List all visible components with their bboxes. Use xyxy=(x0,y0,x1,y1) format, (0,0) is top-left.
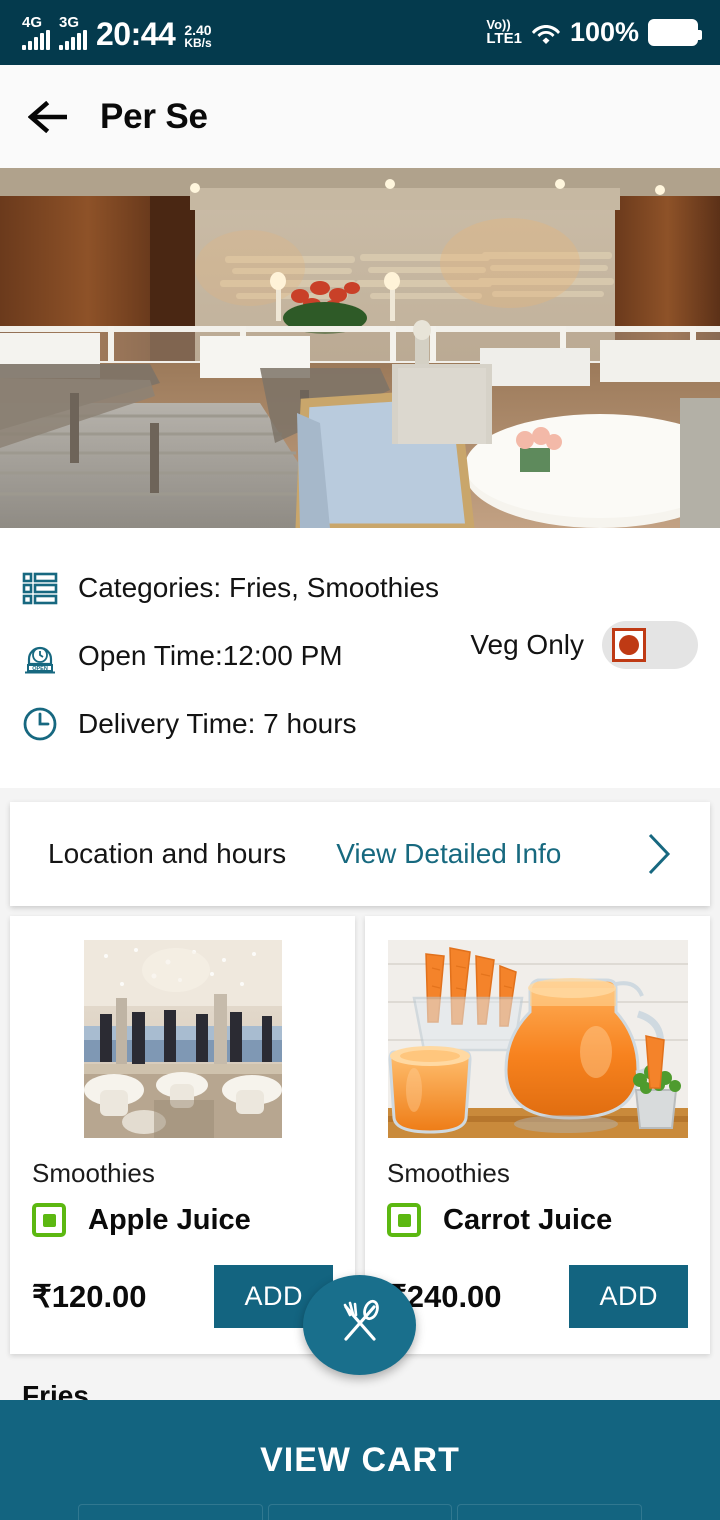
status-bar-right: Vo)) LTE1 100% xyxy=(486,17,702,48)
fork-and-spoon-icon xyxy=(332,1295,388,1356)
svg-text:OPEN: OPEN xyxy=(32,666,48,672)
product-card[interactable]: Smoothies Apple Juice ₹120.00 ADD xyxy=(10,916,355,1354)
app-screen: 4G 3G 20:44 2.40 KB/s Vo)) LTE1 100% Per… xyxy=(0,0,720,1520)
wifi-icon xyxy=(531,21,561,45)
menu-fab-button[interactable] xyxy=(303,1275,416,1375)
data-rate-value: 2.40 xyxy=(184,21,212,38)
location-label: Location and hours xyxy=(48,838,287,869)
signal-4g: 4G xyxy=(22,15,50,50)
app-bar: Per Se xyxy=(0,65,720,168)
volte-bottom: LTE1 xyxy=(486,30,522,48)
product-price-row: ₹240.00 ADD xyxy=(387,1265,688,1328)
add-to-cart-button[interactable]: ADD xyxy=(569,1265,688,1328)
battery-icon xyxy=(648,19,702,46)
open-time-text: Open Time:12:00 PM xyxy=(78,640,343,671)
veg-indicator-icon xyxy=(387,1203,421,1237)
signal-3g-label: 3G xyxy=(59,14,80,31)
veg-only-label: Veg Only xyxy=(470,629,584,660)
status-clock: 20:44 xyxy=(96,16,176,52)
veg-indicator-icon xyxy=(32,1203,66,1237)
nonveg-indicator-icon xyxy=(612,628,646,662)
veg-only-toggle-knob[interactable] xyxy=(605,621,653,669)
signal-3g-bars xyxy=(59,30,87,50)
back-arrow-icon[interactable] xyxy=(27,100,68,133)
product-category: Smoothies xyxy=(32,1158,155,1188)
product-price-row: ₹120.00 ADD xyxy=(32,1265,333,1328)
data-rate: 2.40 KB/s xyxy=(184,23,211,50)
veg-only-control[interactable]: Veg Only xyxy=(470,621,698,669)
product-name-row: Carrot Juice xyxy=(387,1203,688,1237)
product-image-carrot-juice xyxy=(387,940,688,1138)
view-detailed-info-link[interactable]: View Detailed Info xyxy=(336,838,561,870)
product-name: Carrot Juice xyxy=(443,1203,613,1236)
info-row-delivery-time: Delivery Time: 7 hours xyxy=(0,690,720,758)
signal-3g: 3G xyxy=(59,15,87,50)
product-image-apple-juice xyxy=(83,940,282,1138)
clock-icon xyxy=(22,706,58,742)
system-nav-hints xyxy=(0,1504,720,1520)
info-row-categories: Categories: Fries, Smoothies xyxy=(0,554,720,622)
product-name-row: Apple Juice xyxy=(32,1203,333,1237)
veg-only-toggle[interactable] xyxy=(602,621,698,669)
restaurant-hero-image xyxy=(0,168,720,528)
view-cart-label: VIEW CART xyxy=(260,1440,460,1479)
restaurant-info-panel: Categories: Fries, Smoothies OPEN Open T… xyxy=(0,528,720,788)
battery-percent: 100% xyxy=(569,17,639,47)
open-sign-clock-icon: OPEN xyxy=(22,638,58,674)
view-cart-button[interactable]: VIEW CART xyxy=(0,1400,720,1520)
status-bar-left: 4G 3G 20:44 2.40 KB/s xyxy=(22,15,212,50)
status-bar: 4G 3G 20:44 2.40 KB/s Vo)) LTE1 100% xyxy=(0,0,720,65)
delivery-time-text: Delivery Time: 7 hours xyxy=(78,708,357,739)
product-card[interactable]: Smoothies Carrot Juice ₹240.00 ADD xyxy=(365,916,710,1354)
product-price: ₹120.00 xyxy=(32,1278,147,1314)
product-category: Smoothies xyxy=(387,1158,510,1188)
data-rate-unit: KB/s xyxy=(184,36,212,51)
page-title: Per Se xyxy=(100,96,208,136)
volte-indicator: Vo)) LTE1 xyxy=(486,18,522,47)
signal-4g-label: 4G xyxy=(22,14,43,31)
categories-text: Categories: Fries, Smoothies xyxy=(78,572,440,603)
signal-4g-bars xyxy=(22,30,50,50)
product-name: Apple Juice xyxy=(88,1203,251,1236)
location-and-hours-card[interactable]: Location and hours View Detailed Info xyxy=(10,802,710,906)
list-icon xyxy=(22,570,58,606)
volte-top: Vo)) xyxy=(486,16,511,32)
chevron-right-icon[interactable] xyxy=(646,832,672,876)
